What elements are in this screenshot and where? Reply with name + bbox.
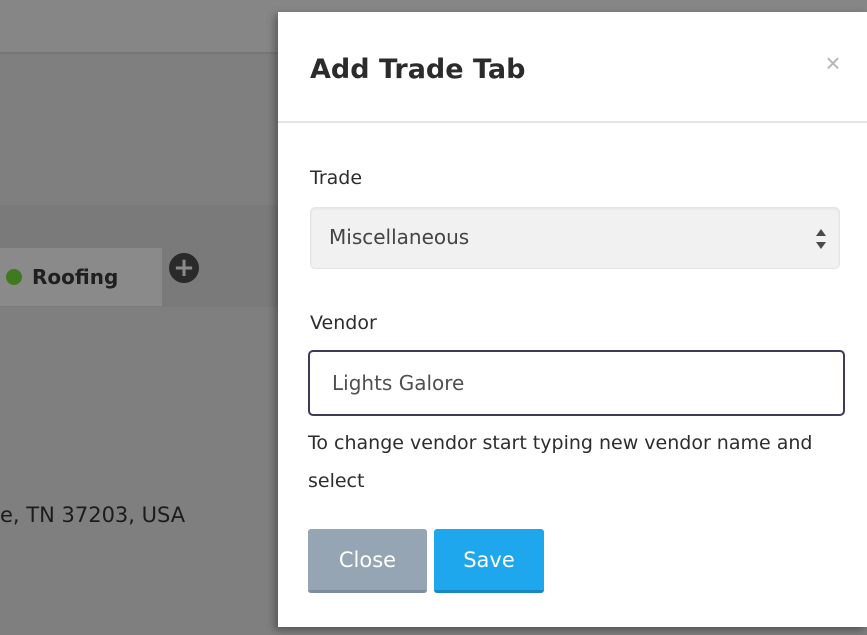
app-page: Roofing + e, TN 37203, USA Add Trade Tab…: [0, 0, 867, 635]
trade-tab-roofing[interactable]: Roofing: [0, 248, 162, 306]
close-button[interactable]: Close: [308, 529, 427, 593]
add-tab-plus-icon[interactable]: +: [169, 253, 199, 283]
trade-label: Trade: [310, 167, 363, 189]
trade-selected-value: Miscellaneous: [329, 225, 470, 249]
vendor-label: Vendor: [310, 312, 377, 334]
close-icon[interactable]: ×: [818, 48, 848, 78]
modal-title: Add Trade Tab: [310, 54, 526, 85]
vendor-input[interactable]: [332, 352, 822, 414]
vendor-help-text: To change vendor start typing new vendor…: [308, 432, 813, 492]
select-arrows-icon: [816, 229, 826, 249]
address-text: e, TN 37203, USA: [0, 503, 186, 527]
status-dot-icon: [6, 269, 22, 285]
trade-tab-label: Roofing: [32, 265, 119, 289]
add-trade-tab-modal: Add Trade Tab × Trade Miscellaneous Vend…: [278, 12, 867, 627]
save-button[interactable]: Save: [434, 529, 544, 593]
trade-select[interactable]: Miscellaneous: [310, 207, 840, 269]
vendor-input-box: [308, 350, 845, 416]
modal-header: Add Trade Tab ×: [278, 12, 867, 123]
